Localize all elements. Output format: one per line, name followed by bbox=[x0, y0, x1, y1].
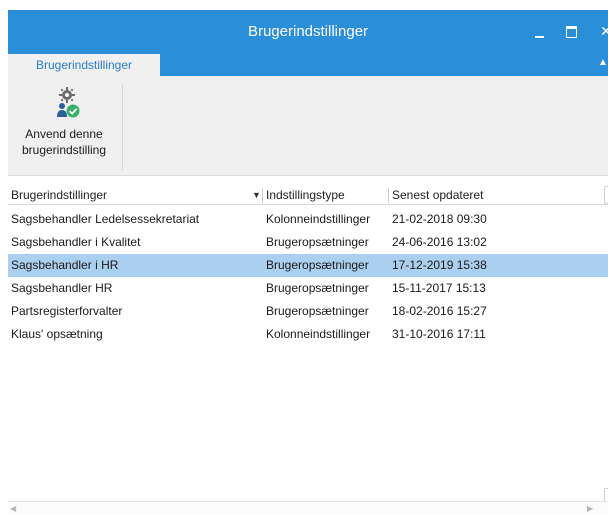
column-header-updated[interactable]: Senest opdateret bbox=[389, 185, 539, 205]
table-row[interactable]: Partsregisterforvalter Brugeropsætninger… bbox=[8, 300, 608, 323]
title-bar: Brugerindstillinger ✕ bbox=[8, 10, 608, 54]
minimize-icon[interactable] bbox=[528, 20, 552, 44]
close-icon[interactable]: ✕ bbox=[594, 20, 608, 44]
cell-type: Kolonneindstillinger bbox=[266, 212, 371, 226]
cell-updated: 21-02-2018 09:30 bbox=[392, 212, 487, 226]
user-settings-check-icon bbox=[57, 87, 80, 118]
ribbon-group: Anvend denne brugerindstilling bbox=[8, 76, 124, 176]
table-row[interactable]: Sagsbehandler Ledelsessekretariat Kolonn… bbox=[8, 208, 608, 231]
table-row[interactable]: Sagsbehandler i Kvalitet Brugeropsætning… bbox=[8, 231, 608, 254]
apply-label-line2: brugerindstilling bbox=[21, 143, 107, 157]
maximize-icon[interactable] bbox=[559, 20, 583, 44]
cell-type: Brugeropsætninger bbox=[266, 281, 369, 295]
vertical-scrollbar-top[interactable] bbox=[604, 186, 608, 204]
cell-name: Sagsbehandler HR bbox=[11, 281, 113, 295]
tab-brugerindstillinger[interactable]: Brugerindstillinger bbox=[8, 54, 160, 76]
apply-label-line1: Anvend denne bbox=[25, 127, 103, 141]
apply-user-setting-button[interactable]: Anvend denne brugerindstilling bbox=[8, 82, 120, 162]
cell-updated: 24-06-2016 13:02 bbox=[392, 235, 487, 249]
window-title: Brugerindstillinger bbox=[247, 23, 369, 40]
column-header-name[interactable]: Brugerindstillinger bbox=[8, 185, 248, 205]
cell-updated: 18-02-2016 15:27 bbox=[392, 304, 487, 318]
grid-header: Brugerindstillinger ▼ Indstillingstype S… bbox=[8, 185, 608, 205]
table-row[interactable]: Sagsbehandler HR Brugeropsætninger 15-11… bbox=[8, 277, 608, 300]
cell-name: Partsregisterforvalter bbox=[11, 304, 123, 318]
ribbon-tab-strip: Brugerindstillinger ▲ bbox=[8, 54, 608, 76]
table-row-selected[interactable]: Sagsbehandler i HR Brugeropsætninger 17-… bbox=[8, 254, 608, 277]
cell-type: Brugeropsætninger bbox=[266, 304, 369, 318]
cell-updated: 31-10-2016 17:11 bbox=[392, 327, 486, 341]
column-header-type[interactable]: Indstillingstype bbox=[263, 185, 388, 205]
table-row[interactable]: Klaus' opsætning Kolonneindstillinger 31… bbox=[8, 323, 608, 346]
cell-updated: 15-11-2017 15:13 bbox=[392, 281, 486, 295]
group-divider bbox=[122, 84, 123, 170]
settings-grid: Brugerindstillinger ▼ Indstillingstype S… bbox=[8, 180, 608, 515]
collapse-ribbon-icon[interactable]: ▲ bbox=[598, 57, 608, 71]
cell-name: Sagsbehandler i HR bbox=[11, 258, 119, 272]
cell-type: Brugeropsætninger bbox=[266, 235, 369, 249]
cell-type: Kolonneindstillinger bbox=[266, 327, 371, 341]
ribbon: Anvend denne brugerindstilling bbox=[8, 76, 608, 176]
scroll-right-icon[interactable]: ▶ bbox=[587, 504, 597, 514]
cell-name: Sagsbehandler Ledelsessekretariat bbox=[11, 212, 200, 226]
cell-name: Sagsbehandler i Kvalitet bbox=[11, 235, 141, 249]
cell-type: Brugeropsætninger bbox=[266, 258, 369, 272]
horizontal-scrollbar[interactable]: ◀ ▶ bbox=[8, 501, 608, 515]
scroll-left-icon[interactable]: ◀ bbox=[10, 504, 20, 514]
cell-name: Klaus' opsætning bbox=[11, 327, 103, 341]
cell-updated: 17-12-2019 15:38 bbox=[392, 258, 487, 272]
vertical-scrollbar-bottom[interactable] bbox=[604, 488, 608, 502]
apply-button-label: Anvend denne brugerindstilling bbox=[8, 126, 120, 158]
sort-desc-icon[interactable]: ▼ bbox=[252, 185, 261, 205]
